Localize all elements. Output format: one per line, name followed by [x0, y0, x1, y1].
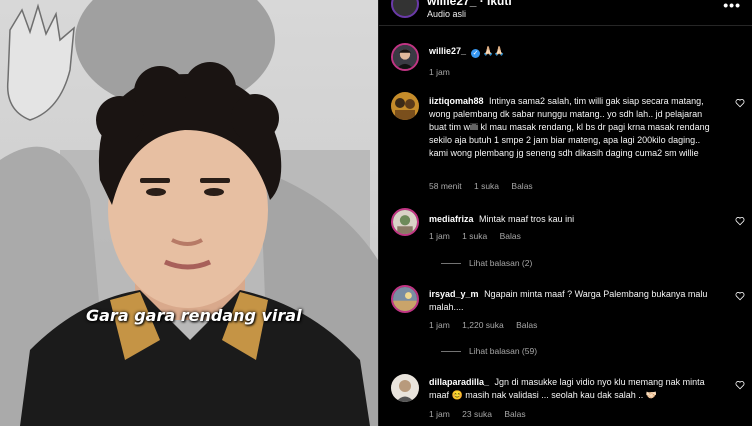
reply-button[interactable]: Balas: [504, 409, 525, 419]
comment-username[interactable]: iiztiqomah88: [429, 96, 484, 106]
like-heart-icon[interactable]: [735, 216, 745, 226]
caption-username[interactable]: willie27_: [429, 46, 466, 56]
reply-button[interactable]: Balas: [516, 320, 537, 330]
comment-likes[interactable]: 1 suka: [474, 181, 499, 191]
reply-button[interactable]: Balas: [511, 181, 532, 191]
comment-text: Mintak maaf tros kau ini: [479, 214, 575, 224]
comment-time: 1 jam: [429, 320, 450, 330]
post-header: willie27_ · Ikuti Audio asli •••: [379, 0, 752, 26]
author-caption-avatar[interactable]: [391, 43, 419, 71]
comment-likes[interactable]: 1 suka: [462, 231, 487, 241]
like-heart-icon[interactable]: [735, 380, 745, 390]
like-heart-icon[interactable]: [735, 98, 745, 108]
more-options-icon[interactable]: •••: [723, 0, 741, 13]
video-caption: Gara gara rendang viral: [86, 306, 302, 325]
comment-username[interactable]: irsyad_y_m: [429, 289, 479, 299]
comment-username[interactable]: dillaparadilla_: [429, 377, 489, 387]
comment-username[interactable]: mediafriza: [429, 214, 474, 224]
video-player[interactable]: Gara gara rendang viral: [0, 0, 378, 426]
commenter-avatar[interactable]: [391, 92, 419, 120]
comments-panel[interactable]: willie27_ · Ikuti Audio asli ••• willie2…: [378, 0, 752, 426]
like-heart-icon[interactable]: [735, 291, 745, 301]
caption-time: 1 jam: [429, 67, 450, 77]
audio-link[interactable]: Audio asli: [427, 9, 466, 19]
view-replies-button[interactable]: Lihat balasan (2): [441, 258, 532, 268]
reply-button[interactable]: Balas: [500, 231, 521, 241]
comment-likes[interactable]: 23 suka: [462, 409, 492, 419]
view-replies-button[interactable]: Lihat balasan (59): [441, 346, 537, 356]
comment-likes[interactable]: 1,220 suka: [462, 320, 504, 330]
commenter-avatar[interactable]: [391, 208, 419, 236]
comment-time: 1 jam: [429, 409, 450, 419]
verified-badge-icon: ✓: [471, 49, 481, 58]
comment-time: 58 menit: [429, 181, 462, 191]
author-avatar[interactable]: [391, 0, 419, 18]
commenter-avatar[interactable]: [391, 374, 419, 402]
video-frame: [0, 0, 378, 426]
caption-text: 🙏🏻🙏🏻: [482, 46, 505, 56]
comment-time: 1 jam: [429, 231, 450, 241]
commenter-avatar[interactable]: [391, 285, 419, 313]
author-follow-line[interactable]: willie27_ · Ikuti: [427, 0, 512, 8]
